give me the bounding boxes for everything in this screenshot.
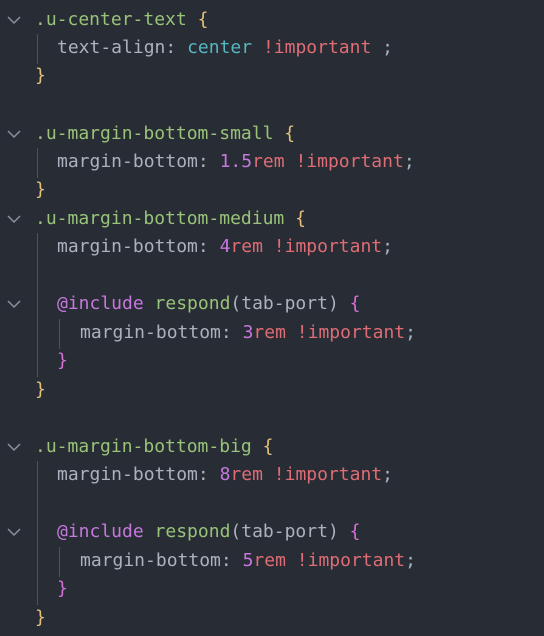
code-line[interactable]: } — [0, 347, 544, 375]
code-line[interactable]: .u-margin-bottom-small { — [0, 120, 544, 148]
semicolon: ; — [382, 236, 393, 257]
css-number: 3 — [242, 322, 254, 343]
css-property: margin-bottom: — [57, 151, 209, 172]
code-line[interactable]: margin-bottom: 8rem !important; — [0, 461, 544, 489]
css-number: 5 — [242, 550, 254, 571]
close-brace: } — [57, 578, 68, 599]
code-line[interactable]: text-align: center !important ; — [0, 34, 544, 62]
code-line[interactable]: margin-bottom: 4rem !important; — [0, 233, 544, 261]
close-brace: } — [57, 350, 68, 371]
close-brace: } — [35, 179, 46, 200]
css-property: margin-bottom: — [80, 550, 232, 571]
code-line[interactable]: .u-center-text { — [0, 6, 544, 34]
css-unit: rem — [230, 236, 263, 257]
open-brace: { — [284, 123, 296, 144]
important-keyword: !important — [273, 236, 383, 257]
fold-chevron-down-icon[interactable] — [6, 212, 22, 226]
css-number: 4 — [219, 236, 231, 257]
mixin-argument: tab-port — [241, 293, 328, 314]
close-brace: } — [35, 65, 46, 86]
css-value: center — [187, 37, 253, 58]
code-line[interactable]: } — [0, 604, 544, 632]
code-line[interactable]: } — [0, 176, 544, 204]
code-line[interactable]: margin-bottom: 1.5rem !important; — [0, 148, 544, 176]
open-brace: { — [262, 436, 274, 457]
css-property: text-align: — [57, 37, 177, 58]
semicolon: ; — [382, 464, 393, 485]
css-unit: rem — [253, 322, 286, 343]
mixin-name: respond — [154, 521, 231, 542]
mixin-argument: tab-port — [241, 521, 328, 542]
semicolon: ; — [371, 37, 393, 58]
css-property: margin-bottom: — [80, 322, 232, 343]
code-line[interactable]: margin-bottom: 5rem !important; — [0, 547, 544, 575]
code-line[interactable]: @include respond(tab-port) { — [0, 290, 544, 318]
css-selector: .u-margin-bottom-big — [35, 436, 252, 457]
code-editor[interactable]: .u-center-text { text-align: center !imp… — [0, 0, 544, 636]
css-unit: rem — [230, 464, 263, 485]
fold-chevron-down-icon[interactable] — [6, 13, 22, 27]
css-property: margin-bottom: — [57, 236, 209, 257]
css-selector: .u-center-text — [35, 9, 187, 30]
close-paren: ) — [327, 293, 339, 314]
semicolon: ; — [405, 550, 416, 571]
important-keyword: !important — [262, 37, 372, 58]
css-selector: .u-margin-bottom-medium — [35, 208, 285, 229]
open-paren: ( — [230, 293, 242, 314]
close-brace: } — [35, 379, 46, 400]
open-paren: ( — [230, 521, 242, 542]
code-line[interactable]: .u-margin-bottom-big { — [0, 433, 544, 461]
mixin-name: respond — [154, 293, 231, 314]
fold-chevron-down-icon[interactable] — [6, 440, 22, 454]
open-brace: { — [197, 9, 209, 30]
css-number: 8 — [219, 464, 231, 485]
code-line[interactable]: .u-margin-bottom-medium { — [0, 205, 544, 233]
css-unit: rem — [253, 550, 286, 571]
open-brace: { — [295, 208, 306, 229]
css-number: 1.5 — [219, 151, 253, 172]
important-keyword: !important — [296, 550, 406, 571]
code-line[interactable]: margin-bottom: 3rem !important; — [0, 319, 544, 347]
close-brace: } — [35, 607, 46, 628]
fold-chevron-down-icon[interactable] — [6, 525, 22, 539]
open-brace: { — [349, 521, 361, 542]
important-keyword: !important — [296, 322, 406, 343]
important-keyword: !important — [273, 464, 383, 485]
fold-chevron-down-icon[interactable] — [6, 297, 22, 311]
close-paren: ) — [327, 521, 339, 542]
semicolon: ; — [403, 151, 415, 172]
semicolon: ; — [405, 322, 416, 343]
code-line[interactable]: @include respond(tab-port) { — [0, 518, 544, 546]
fold-chevron-down-icon[interactable] — [6, 127, 22, 141]
code-line[interactable]: } — [0, 376, 544, 404]
at-rule: @include — [57, 521, 144, 542]
css-selector: .u-margin-bottom-small — [35, 123, 274, 144]
open-brace: { — [349, 293, 361, 314]
css-unit: rem — [252, 151, 285, 172]
at-rule: @include — [57, 293, 144, 314]
code-line[interactable]: } — [0, 62, 544, 90]
important-keyword: !important — [295, 151, 404, 172]
code-line[interactable]: } — [0, 575, 544, 603]
css-property: margin-bottom: — [57, 464, 209, 485]
